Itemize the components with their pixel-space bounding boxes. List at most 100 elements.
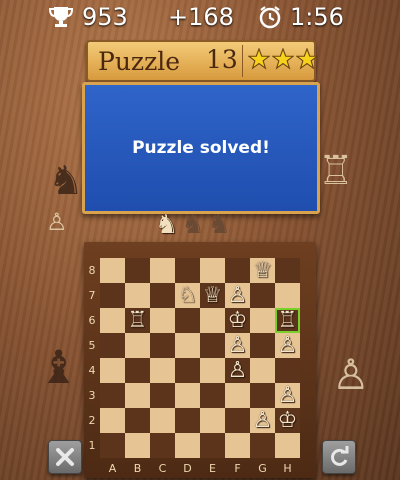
square-a3[interactable] (100, 383, 125, 408)
square-b6[interactable]: ♖ (125, 308, 150, 333)
hint-knight-icon-active: ♞ (155, 210, 179, 240)
decor-rook: ♖ (318, 148, 354, 194)
square-f6[interactable]: ♔ (225, 308, 250, 333)
close-button[interactable] (48, 440, 82, 474)
square-g2[interactable]: ♙ (250, 408, 275, 433)
square-d1[interactable] (175, 433, 200, 458)
square-g8[interactable]: ♕ (250, 258, 275, 283)
square-e8[interactable] (200, 258, 225, 283)
square-e3[interactable] (200, 383, 225, 408)
square-h2[interactable]: ♔ (275, 408, 300, 433)
square-c1[interactable] (150, 433, 175, 458)
pawn-piece-g2[interactable]: ♙ (253, 408, 273, 433)
pawn-piece-f5[interactable]: ♙ (228, 333, 248, 358)
square-a2[interactable] (100, 408, 125, 433)
rank-label: 7 (88, 289, 96, 302)
square-a7[interactable] (100, 283, 125, 308)
square-c2[interactable] (150, 408, 175, 433)
undo-button[interactable] (322, 440, 356, 474)
square-c6[interactable] (150, 308, 175, 333)
chess-board[interactable]: ♕ ♘ ♕ ♙ ♖ ♔ ♖ ♙ ♙ ♙ ♙ ♙ ♔ (100, 258, 300, 458)
square-g3[interactable] (250, 383, 275, 408)
rank-label: 4 (88, 364, 96, 377)
square-b1[interactable] (125, 433, 150, 458)
square-h7[interactable] (275, 283, 300, 308)
square-c5[interactable] (150, 333, 175, 358)
file-label: D (183, 462, 192, 475)
square-f8[interactable] (225, 258, 250, 283)
square-e2[interactable] (200, 408, 225, 433)
square-d4[interactable] (175, 358, 200, 383)
square-h8[interactable] (275, 258, 300, 283)
square-h1[interactable] (275, 433, 300, 458)
hint-indicators: ♞ ♞ ♞ (155, 210, 231, 240)
square-d5[interactable] (175, 333, 200, 358)
square-d6[interactable] (175, 308, 200, 333)
rook-piece-b6[interactable]: ♖ (128, 308, 148, 333)
square-e5[interactable] (200, 333, 225, 358)
square-f5[interactable]: ♙ (225, 333, 250, 358)
square-g1[interactable] (250, 433, 275, 458)
hint-knight-icon-empty: ♞ (207, 210, 231, 240)
square-d7[interactable]: ♘ (175, 283, 200, 308)
square-e1[interactable] (200, 433, 225, 458)
square-g6[interactable] (250, 308, 275, 333)
square-d3[interactable] (175, 383, 200, 408)
square-b3[interactable] (125, 383, 150, 408)
square-f3[interactable] (225, 383, 250, 408)
puzzle-status-message: Puzzle solved! (132, 138, 270, 158)
file-label: B (133, 462, 142, 475)
square-a6[interactable] (100, 308, 125, 333)
square-h5[interactable]: ♙ (275, 333, 300, 358)
bonus-group: +168 (168, 3, 234, 31)
rank-label: 2 (88, 414, 96, 427)
square-a1[interactable] (100, 433, 125, 458)
square-b7[interactable] (125, 283, 150, 308)
square-b4[interactable] (125, 358, 150, 383)
rank-label: 5 (88, 339, 96, 352)
square-g7[interactable] (250, 283, 275, 308)
pawn-piece-h3[interactable]: ♙ (278, 383, 298, 408)
square-b8[interactable] (125, 258, 150, 283)
star-icon (296, 48, 318, 70)
square-f4[interactable]: ♙ (225, 358, 250, 383)
star-rating (248, 48, 318, 70)
decor-knight: ♞ (48, 158, 84, 204)
square-g5[interactable] (250, 333, 275, 358)
square-a5[interactable] (100, 333, 125, 358)
square-a4[interactable] (100, 358, 125, 383)
queen-piece-g8[interactable]: ♕ (253, 258, 273, 283)
square-c4[interactable] (150, 358, 175, 383)
square-c7[interactable] (150, 283, 175, 308)
square-e7[interactable]: ♕ (200, 283, 225, 308)
queen-piece-e7[interactable]: ♕ (203, 283, 223, 308)
knight-piece-d7[interactable]: ♘ (178, 283, 198, 308)
square-a8[interactable] (100, 258, 125, 283)
square-d2[interactable] (175, 408, 200, 433)
pawn-piece-h5[interactable]: ♙ (278, 333, 298, 358)
square-c8[interactable] (150, 258, 175, 283)
timer-value: 1:56 (290, 3, 344, 31)
square-d8[interactable] (175, 258, 200, 283)
square-f1[interactable] (225, 433, 250, 458)
square-b5[interactable] (125, 333, 150, 358)
square-f7[interactable]: ♙ (225, 283, 250, 308)
square-h6[interactable]: ♖ (275, 308, 300, 333)
king-piece-h2[interactable]: ♔ (278, 408, 298, 433)
message-panel: Puzzle solved! (82, 82, 320, 214)
square-b2[interactable] (125, 408, 150, 433)
puzzle-title: Puzzle (98, 46, 181, 76)
hint-knight-icon-empty: ♞ (181, 210, 205, 240)
square-c3[interactable] (150, 383, 175, 408)
square-h4[interactable] (275, 358, 300, 383)
rook-piece-h6[interactable]: ♖ (278, 308, 298, 333)
file-label: F (234, 462, 241, 475)
king-piece-f6[interactable]: ♔ (228, 308, 248, 333)
pawn-piece-f4[interactable]: ♙ (228, 358, 248, 383)
square-f2[interactable] (225, 408, 250, 433)
square-e6[interactable] (200, 308, 225, 333)
square-g4[interactable] (250, 358, 275, 383)
pawn-piece-f7[interactable]: ♙ (228, 283, 248, 308)
square-e4[interactable] (200, 358, 225, 383)
square-h3[interactable]: ♙ (275, 383, 300, 408)
